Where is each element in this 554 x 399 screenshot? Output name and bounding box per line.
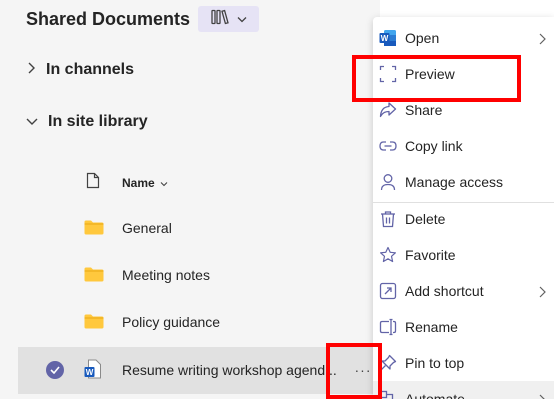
menu-item-favorite[interactable]: Favorite	[373, 237, 554, 273]
menu-item-label: Copy link	[405, 138, 463, 154]
menu-item-rename[interactable]: Rename	[373, 309, 554, 345]
chevron-right-icon	[538, 393, 546, 399]
highlight-box-preview	[352, 55, 521, 102]
chevron-down-icon	[237, 10, 247, 28]
file-list-pane: Shared Documents In channels In site lib…	[0, 0, 380, 399]
menu-item-label: Share	[405, 102, 443, 118]
word-icon: W	[379, 29, 397, 47]
trash-icon	[379, 210, 397, 228]
menu-item-label: Delete	[405, 211, 446, 227]
svg-text:W: W	[381, 34, 389, 43]
menu-item-pin-to-top[interactable]: Pin to top	[373, 345, 554, 381]
link-icon	[379, 137, 397, 155]
menu-item-add-shortcut[interactable]: Add shortcut	[373, 273, 554, 309]
menu-item-open[interactable]: W Open	[373, 20, 554, 56]
file-name[interactable]: General	[122, 220, 172, 236]
star-icon	[379, 246, 397, 264]
file-name[interactable]: Resume writing workshop agend...	[122, 362, 337, 378]
library-header: Shared Documents	[26, 6, 260, 32]
highlight-box-more-options	[326, 343, 382, 399]
table-row[interactable]: General	[18, 205, 380, 252]
folder-icon	[84, 313, 104, 334]
folder-icon	[84, 266, 104, 287]
column-header-name[interactable]: Name	[86, 172, 168, 194]
file-name[interactable]: Meeting notes	[122, 267, 210, 283]
menu-item-label: Favorite	[405, 247, 456, 263]
file-name[interactable]: Policy guidance	[122, 314, 220, 330]
sort-chevron-icon	[160, 174, 168, 192]
chevron-right-icon	[26, 61, 36, 79]
menu-item-label: Automate	[405, 391, 465, 399]
menu-item-label: Pin to top	[405, 355, 465, 371]
section-in-site-library[interactable]: In site library	[26, 110, 148, 134]
menu-item-label: Add shortcut	[405, 283, 484, 299]
share-icon	[379, 101, 397, 119]
shortcut-icon	[379, 282, 397, 300]
rename-icon	[379, 318, 397, 336]
column-name-label: Name	[122, 176, 155, 190]
section-in-channels[interactable]: In channels	[26, 58, 134, 82]
file-type-icon	[86, 172, 100, 194]
section-label: In channels	[46, 61, 135, 78]
page-title: Shared Documents	[26, 8, 191, 29]
table-row[interactable]: Meeting notes	[18, 252, 380, 299]
person-icon	[379, 173, 397, 191]
section-label: In site library	[48, 113, 148, 130]
library-view-button[interactable]	[198, 6, 260, 32]
folder-icon	[84, 219, 104, 240]
menu-item-label: Rename	[405, 319, 458, 335]
chevron-right-icon	[538, 32, 546, 50]
menu-item-label: Manage access	[405, 174, 504, 190]
menu-item-manage-access[interactable]: Manage access	[373, 164, 554, 200]
chevron-down-icon	[26, 113, 38, 131]
svg-text:W: W	[86, 368, 94, 377]
table-row[interactable]: Policy guidance	[18, 299, 380, 346]
menu-item-copy-link[interactable]: Copy link	[373, 128, 554, 164]
menu-item-automate[interactable]: Automate	[373, 381, 554, 399]
checkmark-icon[interactable]	[46, 361, 64, 379]
word-file-icon: W	[84, 359, 102, 384]
library-icon	[210, 9, 229, 30]
chevron-right-icon	[538, 285, 546, 303]
menu-item-delete[interactable]: Delete	[373, 201, 554, 237]
menu-item-label: Open	[405, 30, 440, 46]
